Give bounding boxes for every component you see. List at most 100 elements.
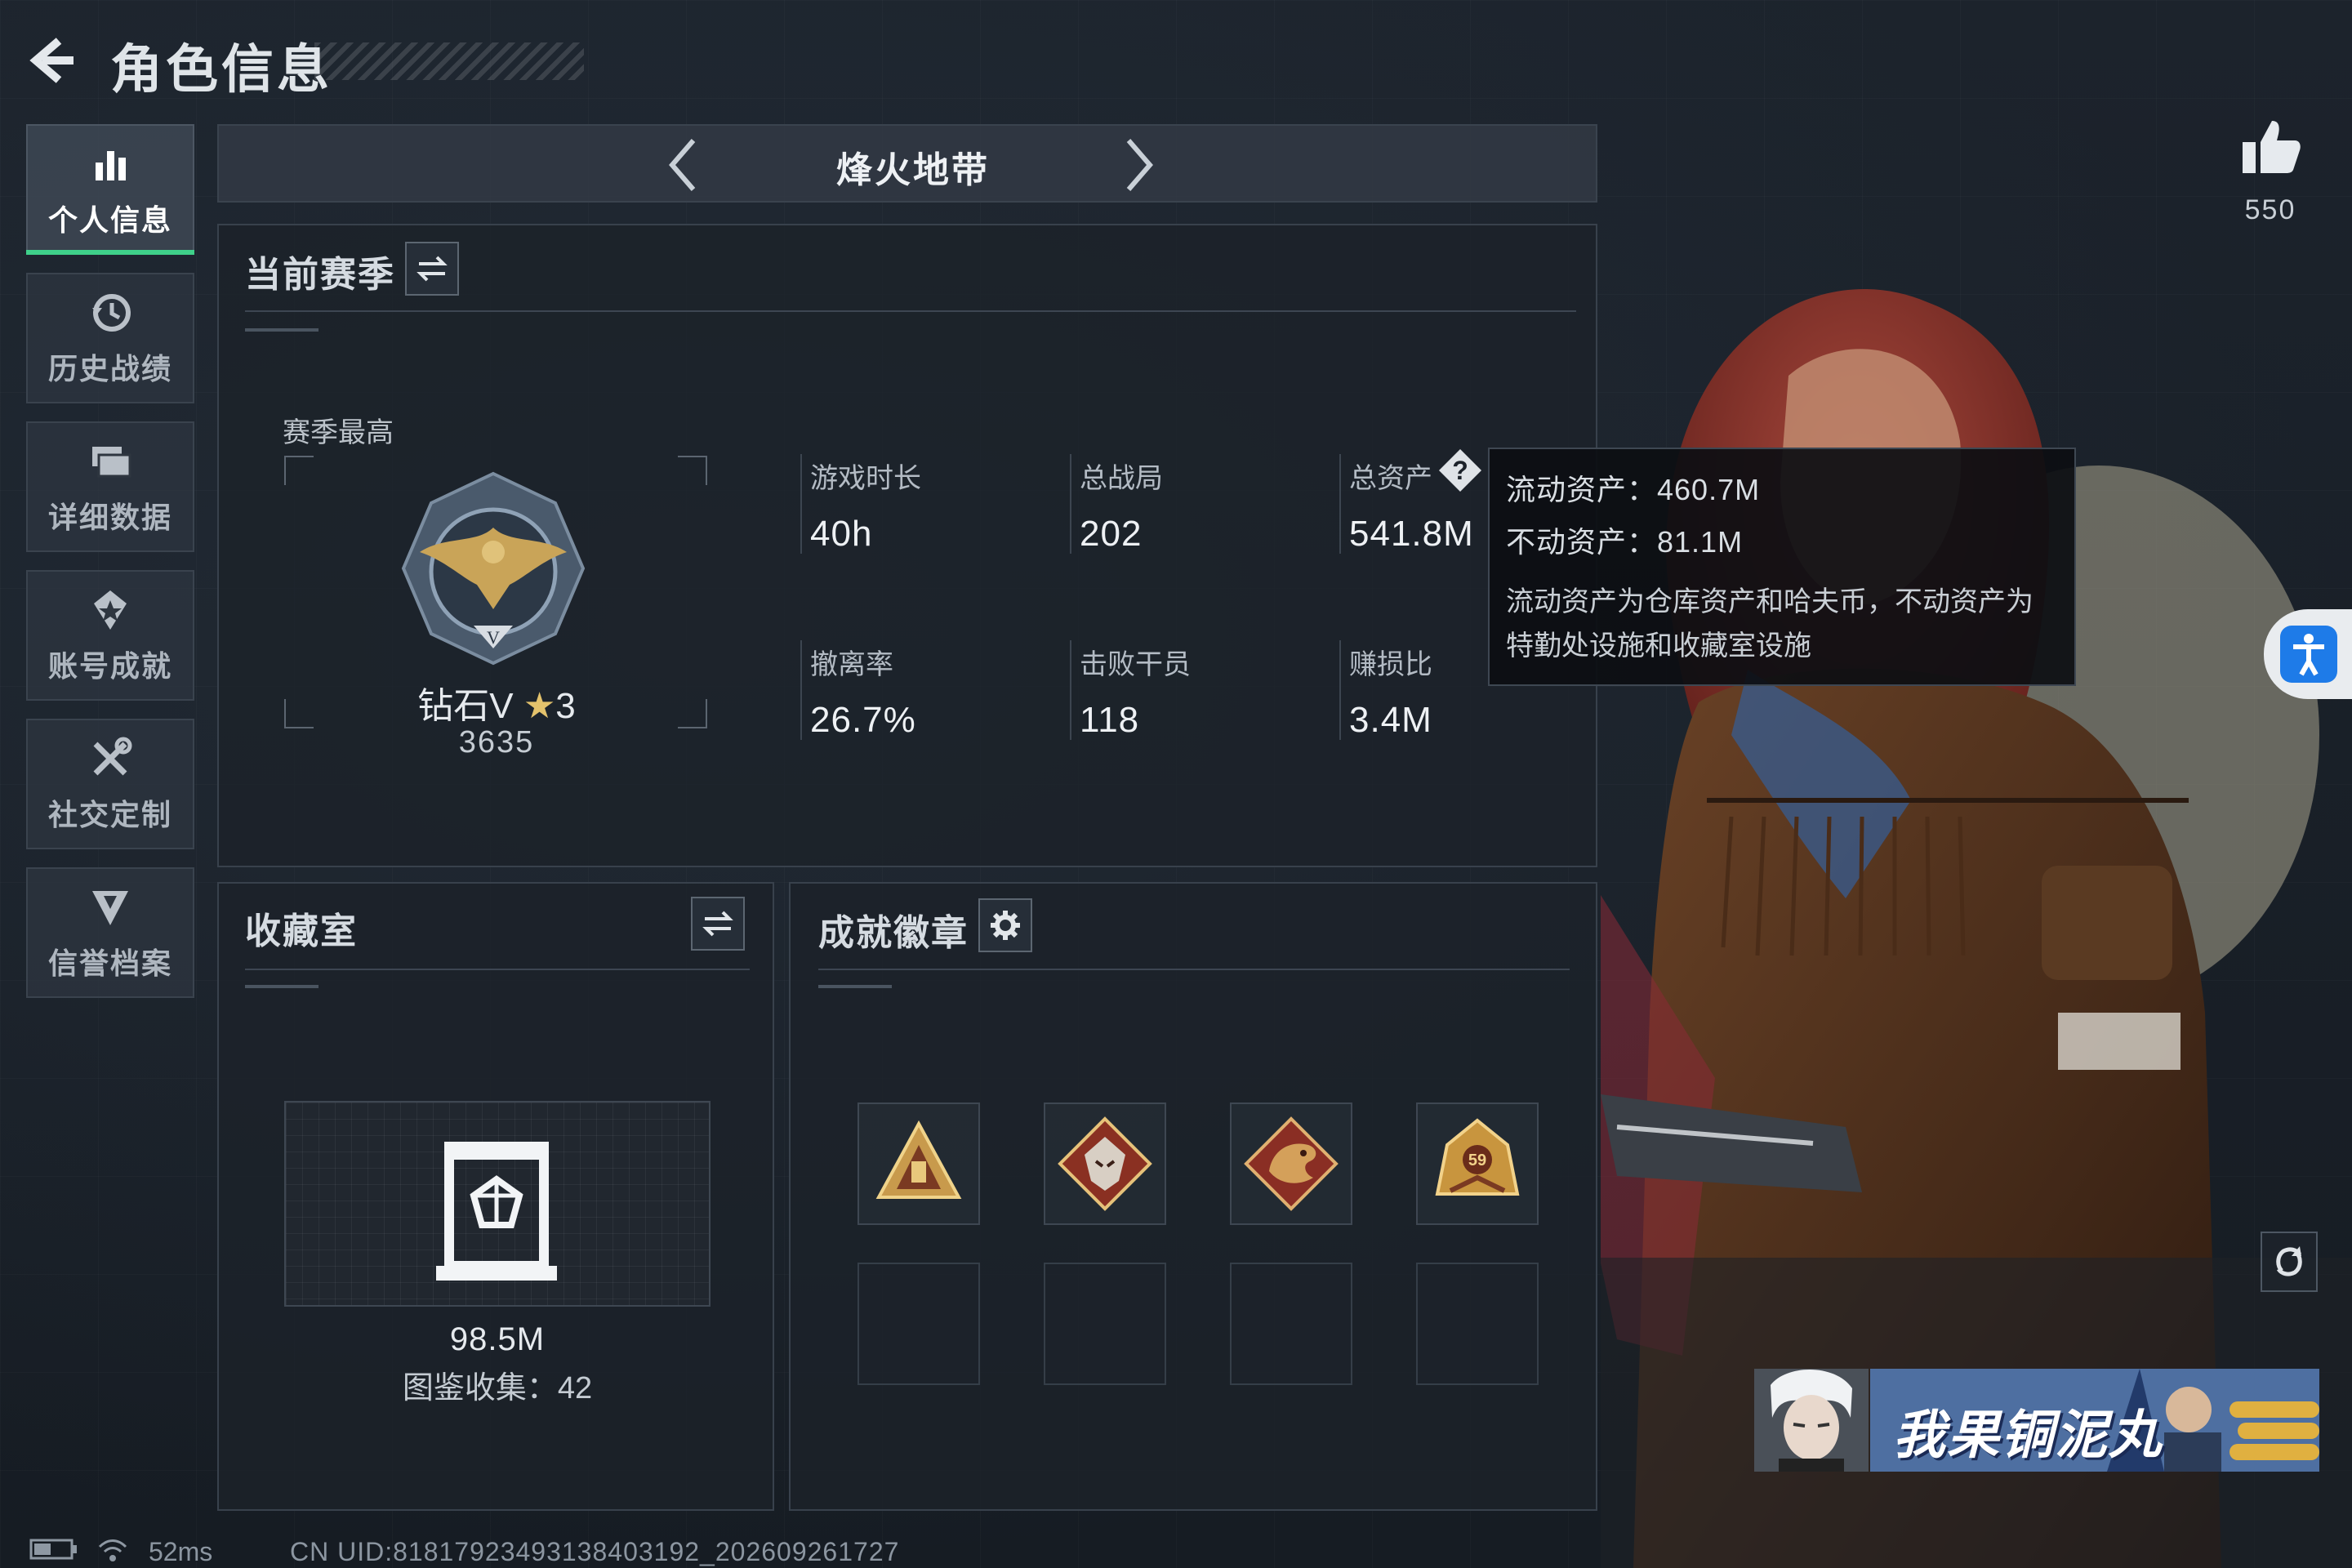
collection-count-label: 图鉴收集： xyxy=(402,1371,558,1401)
data-cards-icon xyxy=(86,437,135,486)
thumbs-up-icon[interactable] xyxy=(2238,114,2303,180)
back-arrow-icon xyxy=(29,38,74,83)
stat-matches: 总战局 202 xyxy=(1070,454,1163,554)
collection-value: 98.5M xyxy=(449,1321,546,1357)
rank-tier-text: 钻石V xyxy=(417,686,514,726)
tooltip-value: 81.1M xyxy=(1657,525,1744,559)
mode-tab-title: 烽火地带 xyxy=(836,150,990,190)
collection-room-panel: 收藏室 98.5M 图鉴收集：42 xyxy=(217,882,774,1511)
sidebar: 个人信息 历史战绩 详细数据 账号成就 社交定制 信誉档案 xyxy=(26,124,196,1016)
collection-showcase[interactable] xyxy=(284,1101,710,1307)
svg-text:?: ? xyxy=(1452,456,1468,485)
profile-banner[interactable]: 我果铜泥丸 xyxy=(1870,1369,2319,1472)
prev-mode-button[interactable] xyxy=(656,134,713,196)
bar-chart-icon xyxy=(86,140,135,189)
season-best-label: 赛季最高 xyxy=(283,417,394,448)
panel-divider xyxy=(245,969,750,970)
back-button[interactable] xyxy=(24,31,90,88)
next-mode-button[interactable] xyxy=(1109,134,1166,196)
tooltip-label: 流动资产： xyxy=(1506,473,1658,506)
tooltip-liquid-row: 流动资产：460.7M xyxy=(1506,464,2058,516)
triangle-badge-icon xyxy=(875,1120,962,1199)
swap-arrows-icon xyxy=(702,911,733,937)
frame-corner xyxy=(678,456,707,485)
empty-badge-slot[interactable] xyxy=(858,1263,980,1385)
accessibility-icon xyxy=(2280,626,2337,683)
battery-icon xyxy=(29,1537,78,1566)
empty-badge-slot[interactable] xyxy=(1416,1263,1539,1385)
sidebar-item-credit-record[interactable]: 信誉档案 xyxy=(26,867,194,998)
stat-value: 3.4M xyxy=(1349,700,1432,740)
sidebar-item-history[interactable]: 历史战绩 xyxy=(26,273,194,403)
clock-history-icon xyxy=(86,288,135,337)
season-panel-title: 当前赛季 xyxy=(245,255,395,295)
accessibility-button[interactable] xyxy=(2264,609,2352,699)
wolf-badge-icon xyxy=(1058,1116,1152,1211)
swap-arrows-icon xyxy=(416,256,448,282)
stat-extract-rate: 撤离率 26.7% xyxy=(800,640,916,740)
achievement-star-icon xyxy=(86,586,135,635)
refresh-button[interactable] xyxy=(2261,1232,2318,1292)
achievement-badges-panel: 成就徽章 59 xyxy=(789,882,1597,1511)
collection-swap-button[interactable] xyxy=(691,897,745,951)
achievement-badge-1[interactable] xyxy=(858,1102,980,1225)
sidebar-item-detailed-data[interactable]: 详细数据 xyxy=(26,421,194,552)
frame-corner xyxy=(678,699,707,728)
asset-tooltip: 流动资产：460.7M 不动资产：81.1M 流动资产为仓库资产和哈夫币，不动资… xyxy=(1488,448,2076,686)
sidebar-item-personal-info[interactable]: 个人信息 xyxy=(26,124,194,255)
empty-badge-slot[interactable] xyxy=(1044,1263,1166,1385)
frame-corner xyxy=(284,699,314,728)
sidebar-item-label: 信誉档案 xyxy=(47,947,172,980)
sidebar-item-social-custom[interactable]: 社交定制 xyxy=(26,719,194,849)
tools-icon xyxy=(86,734,135,783)
user-uid: CN UID:8181792349313840319​2_20260926172… xyxy=(290,1537,900,1566)
collection-count-value: 42 xyxy=(557,1371,593,1401)
like-count: 550 xyxy=(2244,194,2296,225)
achievement-settings-button[interactable] xyxy=(978,898,1032,952)
rank-stars-text: 3 xyxy=(555,686,576,726)
banner-text: 我果铜泥丸 xyxy=(1893,1405,2163,1464)
achievement-badge-4[interactable]: 59 xyxy=(1416,1102,1539,1225)
network-ping: 52ms xyxy=(149,1537,213,1566)
stat-value: 541.8M xyxy=(1349,514,1474,554)
rank-name: 钻石V ★3 xyxy=(325,676,668,728)
stat-value: 40h xyxy=(810,514,873,554)
title-decoration xyxy=(314,42,584,80)
stat-label: 总战局 xyxy=(1080,463,1163,494)
help-diamond-icon[interactable]: ? xyxy=(1436,446,1485,495)
tooltip-value: 460.7M xyxy=(1657,473,1761,506)
stat-label: 撤离率 xyxy=(810,649,893,680)
display-case-icon xyxy=(436,1142,557,1281)
tooltip-fixed-row: 不动资产：81.1M xyxy=(1506,516,2058,568)
crest-number-text: 59 xyxy=(1468,1152,1486,1169)
stat-label: 赚损比 xyxy=(1349,649,1432,680)
panel-tick xyxy=(245,985,318,988)
stat-value: 26.7% xyxy=(810,700,916,740)
chevron-right-icon xyxy=(1126,139,1153,191)
refresh-icon xyxy=(2276,1246,2302,1276)
chevron-left-icon xyxy=(669,139,696,191)
empty-badge-slot[interactable] xyxy=(1230,1263,1352,1385)
star-icon: ★ xyxy=(523,686,556,726)
current-season-panel: 当前赛季 赛季最高 V 钻石V ★3 3635 游戏时长 40h 总战局 202… xyxy=(217,224,1597,867)
svg-text:V: V xyxy=(487,627,500,648)
diamond-rank-emblem-icon: V xyxy=(401,471,586,666)
page-header: 角色信息 xyxy=(24,23,584,99)
mode-tab-bar: 烽火地带 xyxy=(217,124,1597,203)
panel-tick xyxy=(818,985,892,988)
player-avatar[interactable] xyxy=(1754,1369,1869,1472)
season-swap-button[interactable] xyxy=(405,242,459,296)
sidebar-item-achievements[interactable]: 账号成就 xyxy=(26,570,194,701)
tooltip-label: 不动资产： xyxy=(1506,525,1658,559)
stat-kills: 击败干员 118 xyxy=(1070,640,1191,740)
crest-59-badge-icon: 59 xyxy=(1435,1118,1520,1196)
gear-icon xyxy=(991,911,1020,940)
achievement-badge-3[interactable] xyxy=(1230,1102,1352,1225)
collection-panel-title: 收藏室 xyxy=(245,911,358,951)
frame-corner xyxy=(284,456,314,485)
stat-label: 击败干员 xyxy=(1080,649,1191,680)
sidebar-item-label: 账号成就 xyxy=(47,649,172,683)
dragon-badge-icon xyxy=(1244,1116,1339,1211)
achievement-badge-2[interactable] xyxy=(1044,1102,1166,1225)
panel-tick xyxy=(245,328,318,332)
